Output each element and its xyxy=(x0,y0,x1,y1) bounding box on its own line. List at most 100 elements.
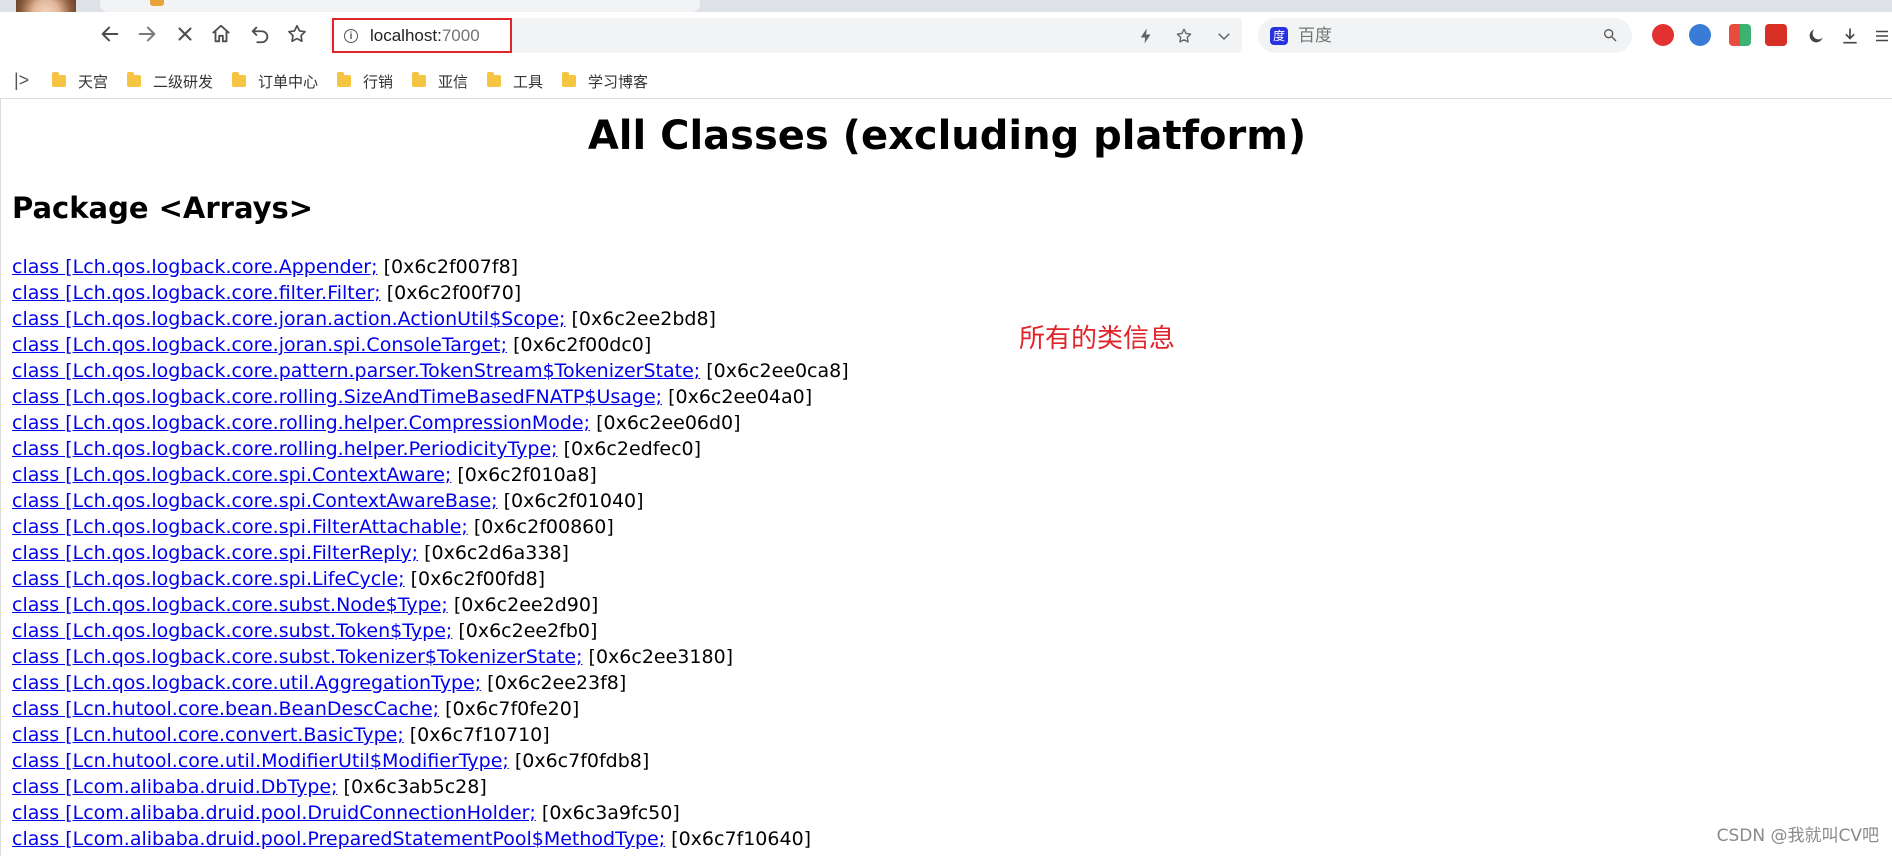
class-link[interactable]: class [Lch.qos.logback.core.joran.spi.Co… xyxy=(12,334,507,356)
class-list-item: class [Lcn.hutool.core.util.ModifierUtil… xyxy=(12,748,849,774)
class-link[interactable]: class [Lch.qos.logback.core.spi.ContextA… xyxy=(12,490,498,512)
bookmark-folder[interactable]: 订单中心 xyxy=(232,70,318,92)
class-address: [0x6c2ee23f8] xyxy=(481,672,627,694)
annotation-note: 所有的类信息 xyxy=(1019,324,1176,354)
class-list-item: class [Lcom.alibaba.druid.pool.DruidConn… xyxy=(12,800,849,826)
class-list-item: class [Lch.qos.logback.core.spi.FilterAt… xyxy=(12,514,849,540)
class-list-item: class [Lch.qos.logback.core.rolling.Size… xyxy=(12,384,849,410)
bookmark-label: 亚信 xyxy=(438,72,469,91)
browser-toolbar: i localhost: 7000 度 xyxy=(0,12,1892,58)
url-host: localhost: xyxy=(370,25,442,45)
class-list-item: class [Lch.qos.logback.core.filter.Filte… xyxy=(12,280,849,306)
class-list-item: class [Lch.qos.logback.core.joran.spi.Co… xyxy=(12,332,849,358)
class-address: [0x6c7f10710] xyxy=(403,724,550,746)
class-link[interactable]: class [Lcn.hutool.core.convert.BasicType… xyxy=(12,724,404,746)
bookmark-folder[interactable]: 工具 xyxy=(487,70,543,92)
package-heading: Package <Arrays> xyxy=(12,191,314,225)
pdf-extension-icon[interactable] xyxy=(1765,24,1787,46)
class-link[interactable]: class [Lch.qos.logback.core.Appender; xyxy=(12,256,378,278)
ie-extension-icon[interactable] xyxy=(1689,24,1711,46)
class-link[interactable]: class [Lch.qos.logback.core.subst.Token$… xyxy=(12,620,452,642)
site-info-icon[interactable]: i xyxy=(344,28,358,43)
weibo-extension-icon[interactable] xyxy=(1652,24,1674,46)
class-link[interactable]: class [Lch.qos.logback.core.spi.FilterAt… xyxy=(12,516,468,538)
class-list-item: class [Lch.qos.logback.core.pattern.pars… xyxy=(12,358,849,384)
class-link[interactable]: class [Lch.qos.logback.core.subst.Tokeni… xyxy=(12,646,583,668)
class-address: [0x6c3a9fc50] xyxy=(535,802,680,824)
class-list-item: class [Lch.qos.logback.core.spi.ContextA… xyxy=(12,488,849,514)
sidebar-toggle-icon[interactable]: |> xyxy=(14,70,29,91)
class-address: [0x6c2f00dc0] xyxy=(507,334,652,356)
bookmark-folder[interactable]: 天宫 xyxy=(52,70,108,92)
class-address: [0x6c2ee0ca8] xyxy=(700,360,849,382)
menu-icon[interactable] xyxy=(1870,24,1892,48)
url-port: 7000 xyxy=(441,25,480,45)
watermark: CSDN @我就叫CV吧 xyxy=(1716,826,1879,846)
class-list-item: class [Lcom.alibaba.druid.pool.PreparedS… xyxy=(12,826,849,852)
forward-arrow-icon[interactable] xyxy=(134,21,160,47)
bookmark-label: 工具 xyxy=(513,72,544,91)
class-link[interactable]: class [Lch.qos.logback.core.subst.Node$T… xyxy=(12,594,448,616)
class-list-item: class [Lch.qos.logback.core.spi.FilterRe… xyxy=(12,540,849,566)
bookmark-star-icon[interactable] xyxy=(1172,24,1196,48)
class-list-item: class [Lch.qos.logback.core.subst.Token$… xyxy=(12,618,849,644)
folder-icon xyxy=(562,72,576,87)
star-icon[interactable] xyxy=(284,21,310,47)
bookmark-label: 行销 xyxy=(363,72,394,91)
home-icon[interactable] xyxy=(208,21,234,47)
tab-strip xyxy=(0,0,1892,12)
page-content: All Classes (excluding platform) Package… xyxy=(0,99,1892,856)
class-address: [0x6c7f10640] xyxy=(665,828,812,850)
class-address: [0x6c2f00860] xyxy=(467,516,614,538)
class-link[interactable]: class [Lch.qos.logback.core.filter.Filte… xyxy=(12,282,381,304)
class-link[interactable]: class [Lcn.hutool.core.bean.BeanDescCach… xyxy=(12,698,439,720)
class-link[interactable]: class [Lch.qos.logback.core.pattern.pars… xyxy=(12,360,700,382)
class-link[interactable]: class [Lch.qos.logback.core.spi.FilterRe… xyxy=(12,542,418,564)
search-box[interactable]: 度 xyxy=(1258,18,1632,53)
class-address: [0x6c2f00fd8] xyxy=(404,568,546,590)
class-link[interactable]: class [Lch.qos.logback.core.joran.action… xyxy=(12,308,565,330)
class-list-item: class [Lch.qos.logback.core.spi.LifeCycl… xyxy=(12,566,849,592)
class-link[interactable]: class [Lch.qos.logback.core.rolling.help… xyxy=(12,412,590,434)
class-link[interactable]: class [Lch.qos.logback.core.spi.ContextA… xyxy=(12,464,451,486)
bookmark-folder[interactable]: 行销 xyxy=(337,70,393,92)
class-link[interactable]: class [Lcom.alibaba.druid.DbType; xyxy=(12,776,338,798)
bookmark-folder[interactable]: 二级研发 xyxy=(127,70,213,92)
class-list-item: class [Lch.qos.logback.core.rolling.help… xyxy=(12,436,849,462)
dark-mode-moon-icon[interactable] xyxy=(1804,24,1828,48)
class-link[interactable]: class [Lch.qos.logback.core.rolling.help… xyxy=(12,438,558,460)
chevron-down-icon[interactable] xyxy=(1212,24,1236,48)
folder-icon xyxy=(487,72,501,87)
bookmark-label: 天宫 xyxy=(78,72,109,91)
folder-icon xyxy=(337,72,351,87)
bookmark-label: 学习博客 xyxy=(588,72,649,91)
class-link[interactable]: class [Lch.qos.logback.core.rolling.Size… xyxy=(12,386,662,408)
class-list-item: class [Lch.qos.logback.core.subst.Tokeni… xyxy=(12,644,849,670)
class-link[interactable]: class [Lcom.alibaba.druid.pool.PreparedS… xyxy=(12,828,665,850)
folder-icon xyxy=(232,72,246,87)
search-input[interactable] xyxy=(1296,24,1590,47)
class-link[interactable]: class [Lch.qos.logback.core.util.Aggrega… xyxy=(12,672,481,694)
bookmark-folder[interactable]: 学习博客 xyxy=(562,70,648,92)
class-address: [0x6c2f007f8] xyxy=(377,256,519,278)
download-icon[interactable] xyxy=(1838,24,1862,48)
back-arrow-icon[interactable] xyxy=(97,21,123,47)
class-list-item: class [Lch.qos.logback.core.Appender; [0… xyxy=(12,254,849,280)
class-address: [0x6c2ee2bd8] xyxy=(565,308,716,330)
undo-icon[interactable] xyxy=(247,21,273,47)
search-icon[interactable] xyxy=(1602,27,1618,48)
stop-icon[interactable] xyxy=(172,21,198,47)
bookmark-folder[interactable]: 亚信 xyxy=(412,70,468,92)
lightning-icon[interactable] xyxy=(1134,24,1158,48)
page-title: All Classes (excluding platform) xyxy=(587,113,1307,159)
class-address: [0x6c7f0fdb8] xyxy=(508,750,650,772)
apps-grid-icon[interactable] xyxy=(1729,24,1751,46)
class-list-item: class [Lch.qos.logback.core.spi.ContextA… xyxy=(12,462,849,488)
class-link[interactable]: class [Lch.qos.logback.core.spi.LifeCycl… xyxy=(12,568,405,590)
class-link[interactable]: class [Lcom.alibaba.druid.pool.DruidConn… xyxy=(12,802,536,824)
class-address: [0x6c2f010a8] xyxy=(451,464,597,486)
active-tab[interactable] xyxy=(100,0,700,12)
class-link[interactable]: class [Lcn.hutool.core.util.ModifierUtil… xyxy=(12,750,509,772)
address-bar[interactable]: i localhost: 7000 xyxy=(332,18,512,53)
class-address: [0x6c2ee06d0] xyxy=(590,412,741,434)
